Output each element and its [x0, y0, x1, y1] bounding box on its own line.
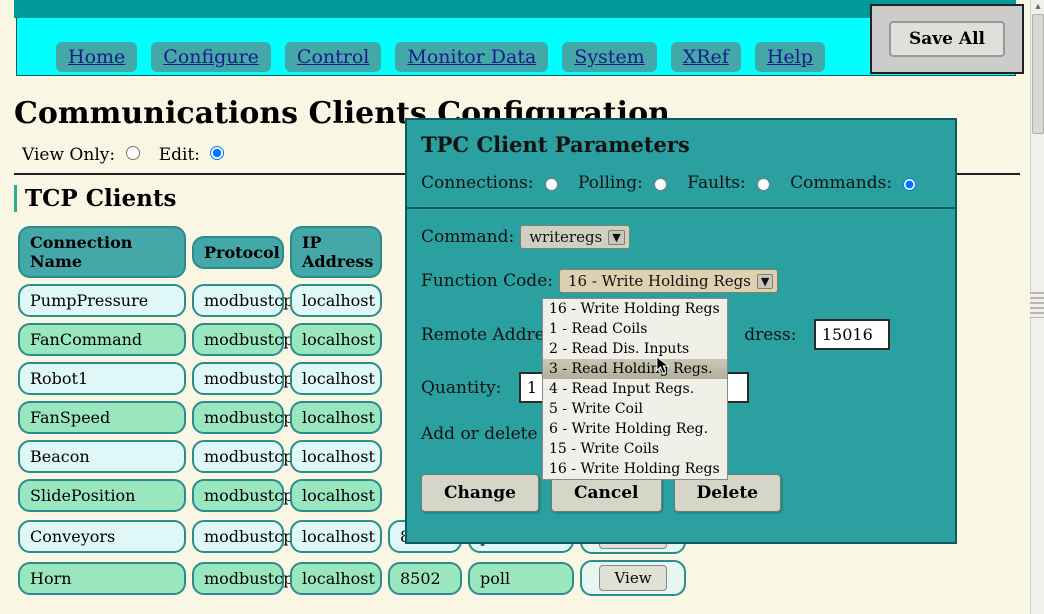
cell[interactable]: modbustcp [192, 520, 284, 553]
scroll-up-arrow-icon[interactable]: ▴ [1032, 0, 1044, 14]
chevron-down-icon: ▼ [608, 230, 624, 245]
panel-title: TPC Client Parameters [421, 132, 941, 157]
commands-radio[interactable] [903, 178, 916, 191]
cell[interactable]: modbustcp [192, 401, 284, 434]
cell[interactable]: Robot1 [18, 362, 186, 395]
polling-label: Polling: [578, 173, 643, 193]
function-code-option[interactable]: 5 - Write Coil [543, 399, 727, 419]
function-code-option[interactable]: 4 - Read Input Regs. [543, 379, 727, 399]
cell[interactable]: FanCommand [18, 323, 186, 356]
nav-configure[interactable]: Configure [151, 42, 271, 72]
cell[interactable]: modbustcp [192, 479, 284, 512]
main-nav: Home Configure Control Monitor Data System XR… [56, 42, 825, 72]
faults-radio[interactable] [757, 178, 770, 191]
cell[interactable]: modbustcp [192, 562, 284, 595]
command-label: Command: [421, 227, 514, 247]
nav-home[interactable]: Home [56, 42, 137, 72]
column-header: Protocol [192, 236, 284, 269]
function-code-option[interactable]: 2 - Read Dis. Inputs [543, 339, 727, 359]
function-code-option[interactable]: 15 - Write Coils [543, 439, 727, 459]
function-code-select-value: 16 - Write Holding Regs [568, 272, 751, 290]
command-select-value: writeregs [529, 228, 602, 246]
function-code-option[interactable]: 3 - Read Holding Regs. [543, 359, 727, 379]
cell[interactable]: localhost [290, 520, 382, 553]
cell[interactable]: PumpPressure [18, 284, 186, 317]
nav-monitor-data[interactable]: Monitor Data [395, 42, 548, 72]
function-code-option[interactable]: 16 - Write Holding Regs [543, 299, 727, 319]
cell[interactable]: localhost [290, 362, 382, 395]
view-only-label: View Only: [22, 145, 115, 165]
top-stripe [14, 0, 1016, 18]
cell[interactable]: localhost [290, 562, 382, 595]
scrollbar-thumb[interactable] [1032, 14, 1044, 134]
function-code-dropdown[interactable]: 16 - Write Holding Regs1 - Read Coils2 -… [542, 298, 728, 480]
cell[interactable]: localhost [290, 440, 382, 473]
save-all-container: Save All [870, 4, 1024, 74]
nav-help[interactable]: Help [755, 42, 825, 72]
column-header: IP Address [290, 226, 382, 278]
command-select[interactable]: writeregs ▼ [520, 225, 630, 249]
panel-tabs: Connections: Polling: Faults: Commands: [421, 173, 941, 193]
scrollbar-grip-icon [1030, 292, 1044, 318]
change-button[interactable]: Change [421, 474, 539, 512]
function-code-option[interactable]: 6 - Write Holding Reg. [543, 419, 727, 439]
function-code-option[interactable]: 16 - Write Holding Regs [543, 459, 727, 479]
nav-control[interactable]: Control [285, 42, 381, 72]
faults-label: Faults: [687, 173, 745, 193]
cell[interactable]: SlidePosition [18, 479, 186, 512]
remote-address-input[interactable] [814, 319, 890, 350]
cell[interactable]: Conveyors [18, 520, 186, 553]
cell[interactable]: localhost [290, 401, 382, 434]
function-code-label: Function Code: [421, 271, 553, 291]
polling-radio[interactable] [654, 178, 667, 191]
view-cell: View [580, 560, 686, 596]
quantity-label: Quantity: [421, 378, 501, 398]
view-only-radio[interactable] [126, 146, 140, 160]
edit-radio[interactable] [210, 146, 224, 160]
cell[interactable]: modbustcp [192, 323, 284, 356]
connections-radio[interactable] [545, 178, 558, 191]
cell[interactable]: modbustcp [192, 362, 284, 395]
connections-label: Connections: [421, 173, 534, 193]
cell[interactable]: FanSpeed [18, 401, 186, 434]
commands-label: Commands: [790, 173, 892, 193]
cell[interactable]: localhost [290, 284, 382, 317]
dress-label-fragment: dress: [744, 325, 796, 345]
chevron-down-icon: ▼ [757, 274, 773, 289]
nav-system[interactable]: System [562, 42, 656, 72]
save-all-button[interactable]: Save All [889, 21, 1005, 57]
cell[interactable]: localhost [290, 479, 382, 512]
function-code-option[interactable]: 1 - Read Coils [543, 319, 727, 339]
cell-port[interactable]: 8502 [388, 562, 462, 595]
cell[interactable]: modbustcp [192, 284, 284, 317]
cell[interactable]: localhost [290, 323, 382, 356]
function-code-select[interactable]: 16 - Write Holding Regs ▼ [559, 269, 778, 293]
edit-label: Edit: [159, 145, 200, 165]
cell-command[interactable]: poll [468, 562, 574, 595]
cell[interactable]: Beacon [18, 440, 186, 473]
nav-xref[interactable]: XRef [671, 42, 741, 72]
cell[interactable]: modbustcp [192, 440, 284, 473]
panel-divider [407, 207, 955, 209]
view-button[interactable]: View [599, 565, 666, 591]
column-header: Connection Name [18, 226, 186, 278]
table-row: Hornmodbustcplocalhost8502poll View [18, 560, 1020, 596]
cell[interactable]: Horn [18, 562, 186, 595]
